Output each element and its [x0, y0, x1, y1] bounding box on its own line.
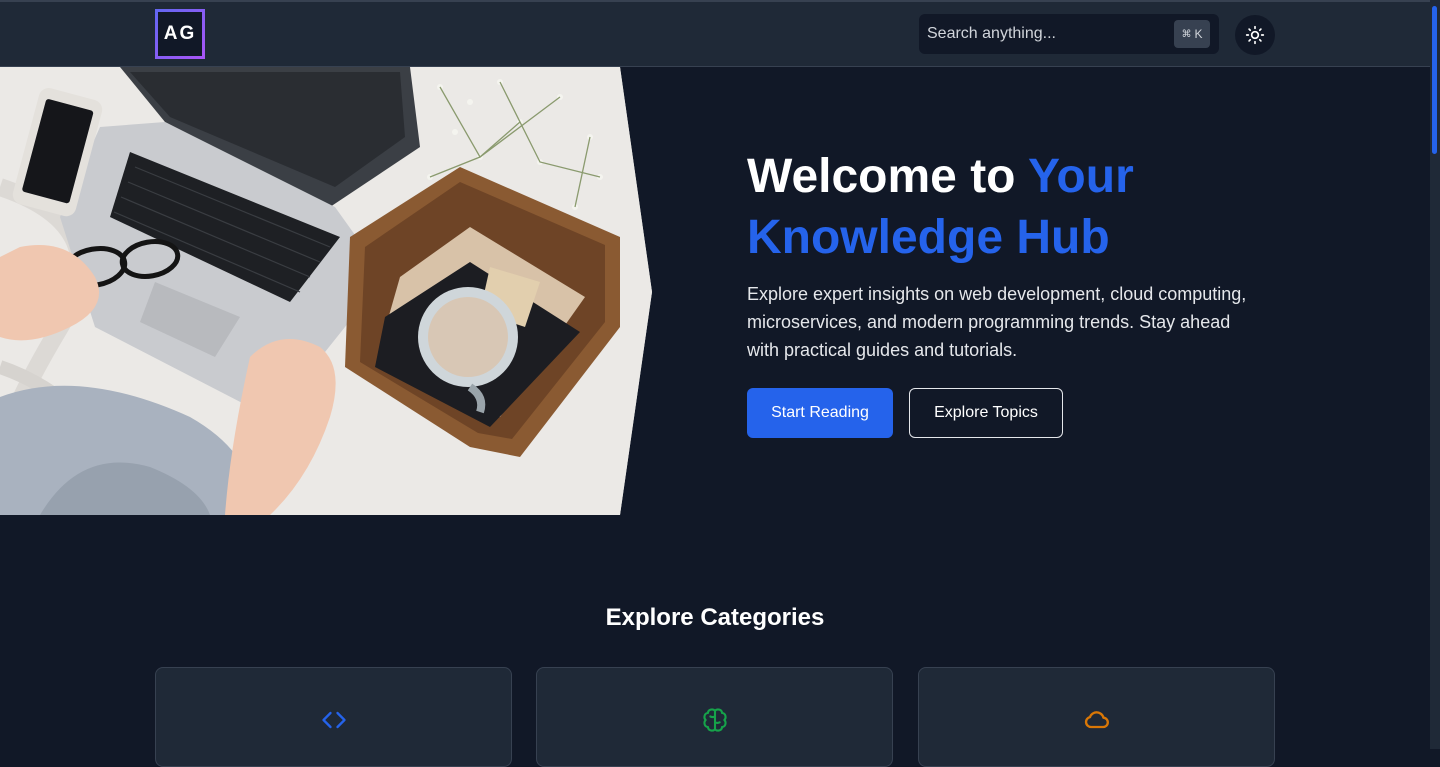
- cloud-icon: [1083, 706, 1111, 734]
- hero-title: Welcome to Your Knowledge Hub: [747, 146, 1307, 268]
- category-card-ai[interactable]: [536, 667, 893, 767]
- page-scrollbar[interactable]: [1430, 0, 1440, 749]
- category-card-cloud[interactable]: [918, 667, 1275, 767]
- start-reading-button[interactable]: Start Reading: [747, 388, 893, 438]
- keyboard-shortcut-badge: ⌘ K: [1174, 20, 1210, 48]
- hero-image: [0, 67, 652, 515]
- theme-toggle-button[interactable]: [1235, 15, 1275, 55]
- brain-icon: [701, 706, 729, 734]
- scrollbar-thumb[interactable]: [1432, 6, 1437, 154]
- logo[interactable]: AG: [155, 9, 205, 59]
- code-icon: [320, 706, 348, 734]
- command-key-icon: ⌘: [1181, 28, 1192, 40]
- shortcut-key: K: [1194, 27, 1203, 41]
- hero-title-prefix: Welcome to: [747, 150, 1028, 203]
- sun-icon: [1245, 25, 1265, 45]
- search-placeholder: Search anything...: [927, 25, 1056, 42]
- workspace-illustration: [0, 67, 652, 515]
- category-card-code[interactable]: [155, 667, 512, 767]
- explore-topics-button[interactable]: Explore Topics: [909, 388, 1063, 438]
- search-input[interactable]: Search anything... ⌘ K: [919, 14, 1219, 54]
- categories-heading: Explore Categories: [605, 604, 825, 631]
- hero-description: Explore expert insights on web developme…: [747, 284, 1247, 360]
- site-header: AG Search anything... ⌘ K: [0, 0, 1430, 67]
